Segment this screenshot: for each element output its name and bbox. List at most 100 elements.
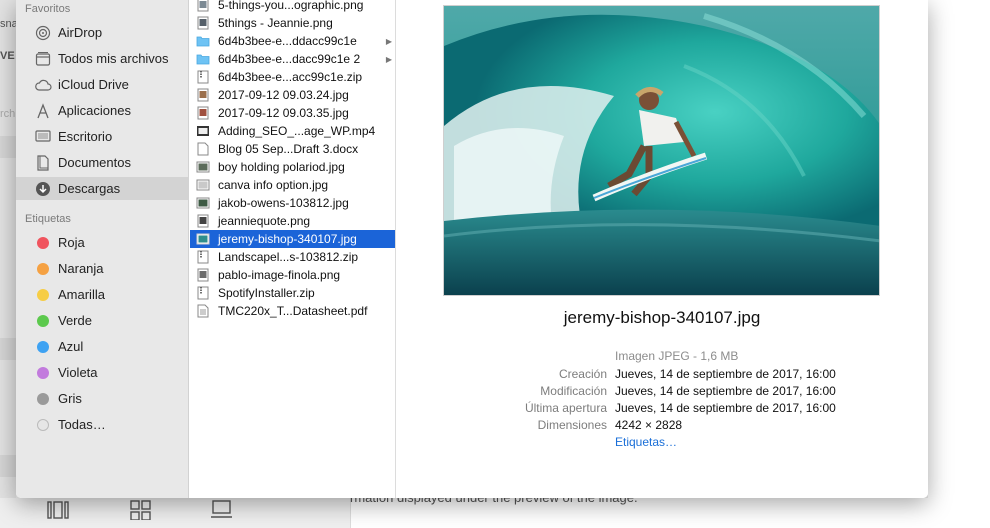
favorites-section-title: Favoritos — [25, 3, 71, 15]
file-name: 2017-09-12 09.03.24.jpg — [218, 88, 349, 102]
list-item[interactable]: Blog 05 Sep...Draft 3.docx — [190, 140, 395, 158]
image-file-icon — [196, 16, 210, 30]
list-item[interactable]: 5things - Jeannie.png — [190, 14, 395, 32]
file-name: Blog 05 Sep...Draft 3.docx — [218, 142, 359, 156]
list-item-selected[interactable]: jeremy-bishop-340107.jpg — [190, 230, 395, 248]
image-file-icon — [196, 214, 210, 228]
list-item[interactable]: 2017-09-12 09.03.24.jpg — [190, 86, 395, 104]
sidebar-item-label: Todos mis archivos — [58, 51, 169, 66]
red-tag-dot-icon — [37, 236, 49, 249]
zip-file-icon — [196, 286, 210, 300]
airdrop-icon — [34, 25, 52, 41]
video-file-icon — [196, 124, 210, 138]
info-label: Última apertura — [524, 401, 607, 415]
sidebar-item-airdrop[interactable]: AirDrop — [16, 21, 188, 44]
file-name: Landscapel...s-103812.zip — [218, 250, 359, 264]
info-row-kind: Imagen JPEG - 1,6 MB — [396, 349, 928, 366]
info-row-last-opened: Última apertura Jueves, 14 de septiembre… — [396, 401, 928, 418]
folder-icon — [196, 52, 210, 66]
file-name: 6d4b3bee-e...dacc99c1e 2 — [218, 52, 361, 66]
sidebar-item-label: Violeta — [58, 365, 98, 380]
image-file-icon — [196, 0, 210, 12]
file-column-list: 5-things-you...ographic.png 5things - Je… — [190, 0, 396, 498]
background-bar — [0, 455, 16, 477]
view-columns-icon[interactable] — [46, 500, 70, 525]
list-item[interactable]: boy holding polariod.jpg — [190, 158, 395, 176]
sidebar-item-label: Verde — [58, 313, 92, 328]
list-item[interactable]: jakob-owens-103812.jpg — [190, 194, 395, 212]
orange-tag-dot-icon — [37, 262, 49, 275]
sidebar-item-label: Aplicaciones — [58, 103, 131, 118]
sidebar-item-label: Gris — [58, 391, 82, 406]
image-file-icon — [196, 160, 210, 174]
sidebar-item-all-files[interactable]: Todos mis archivos — [16, 47, 188, 70]
sidebar-item-label: Azul — [58, 339, 84, 354]
all-tags-dot-icon — [37, 418, 49, 431]
info-value: Jueves, 14 de septiembre de 2017, 16:00 — [615, 401, 836, 415]
view-slide-icon[interactable] — [210, 500, 234, 525]
file-name: jeremy-bishop-340107.jpg — [218, 232, 357, 246]
list-item[interactable]: 6d4b3bee-e...acc99c1e.zip — [190, 68, 395, 86]
disclosure-arrow-icon: ▶ — [385, 36, 392, 46]
background-app-left-edge: sna VE rch — [0, 0, 18, 528]
file-name: 2017-09-12 09.03.35.jpg — [218, 106, 349, 120]
finder-sidebar: Favoritos AirDrop Todos mis archivos iCl… — [16, 0, 189, 498]
sidebar-tag-violet[interactable]: Violeta — [16, 361, 188, 384]
all-files-icon — [34, 51, 52, 67]
file-name: 6d4b3bee-e...ddacc99c1e — [218, 34, 357, 48]
sidebar-tag-red[interactable]: Roja — [16, 231, 188, 254]
list-item[interactable]: Adding_SEO_...age_WP.mp4 — [190, 122, 395, 140]
pdf-file-icon — [196, 304, 210, 318]
list-item[interactable]: 6d4b3bee-e...dacc99c1e 2 ▶ — [190, 50, 395, 68]
file-name: boy holding polariod.jpg — [218, 160, 345, 174]
list-item[interactable]: TMC220x_T...Datasheet.pdf — [190, 302, 395, 320]
sidebar-tag-blue[interactable]: Azul — [16, 335, 188, 358]
image-file-icon — [196, 196, 210, 210]
info-label: Modificación — [540, 384, 607, 398]
sidebar-tag-yellow[interactable]: Amarilla — [16, 283, 188, 306]
info-value: Jueves, 14 de septiembre de 2017, 16:00 — [615, 367, 836, 381]
list-item[interactable]: pablo-image-finola.png — [190, 266, 395, 284]
info-value: 4242 × 2828 — [615, 418, 683, 432]
info-row-created: Creación Jueves, 14 de septiembre de 201… — [396, 367, 928, 384]
list-item[interactable]: canva info option.jpg — [190, 176, 395, 194]
image-file-icon — [196, 232, 210, 246]
downloads-icon — [34, 181, 52, 197]
info-row-tags: Etiquetas… — [396, 435, 928, 452]
sidebar-item-documents[interactable]: Documentos — [16, 151, 188, 174]
sidebar-tag-all[interactable]: Todas… — [16, 413, 188, 436]
cloud-icon — [34, 77, 52, 93]
image-file-icon — [196, 106, 210, 120]
yellow-tag-dot-icon — [37, 288, 49, 301]
file-name: Adding_SEO_...age_WP.mp4 — [218, 124, 376, 138]
file-name: pablo-image-finola.png — [218, 268, 341, 282]
info-row-modified: Modificación Jueves, 14 de septiembre de… — [396, 384, 928, 401]
background-bar — [0, 136, 16, 158]
info-label: Dimensiones — [537, 418, 607, 432]
file-name: jeanniequote.png — [218, 214, 311, 228]
sidebar-tag-orange[interactable]: Naranja — [16, 257, 188, 280]
sidebar-item-applications[interactable]: Aplicaciones — [16, 99, 188, 122]
sidebar-tag-gray[interactable]: Gris — [16, 387, 188, 410]
add-tags-link[interactable]: Etiquetas… — [615, 435, 677, 449]
sidebar-item-label: Roja — [58, 235, 85, 250]
info-value: Jueves, 14 de septiembre de 2017, 16:00 — [615, 384, 836, 398]
view-grid-icon[interactable] — [129, 500, 153, 525]
finder-open-dialog: Favoritos AirDrop Todos mis archivos iCl… — [16, 0, 928, 498]
sidebar-tag-green[interactable]: Verde — [16, 309, 188, 332]
image-file-icon — [196, 178, 210, 192]
gray-tag-dot-icon — [37, 392, 49, 405]
sidebar-item-icloud-drive[interactable]: iCloud Drive — [16, 73, 188, 96]
desktop-icon — [34, 129, 52, 145]
list-item[interactable]: 2017-09-12 09.03.35.jpg — [190, 104, 395, 122]
sidebar-item-label: AirDrop — [58, 25, 103, 40]
file-name: jakob-owens-103812.jpg — [218, 196, 349, 210]
sidebar-item-desktop[interactable]: Escritorio — [16, 125, 188, 148]
list-item[interactable]: SpotifyInstaller.zip — [190, 284, 395, 302]
list-item[interactable]: Landscapel...s-103812.zip — [190, 248, 395, 266]
sidebar-item-downloads[interactable]: Descargas — [16, 177, 188, 200]
image-preview — [443, 5, 880, 296]
list-item[interactable]: 5-things-you...ographic.png — [190, 0, 395, 14]
list-item[interactable]: 6d4b3bee-e...ddacc99c1e ▶ — [190, 32, 395, 50]
list-item[interactable]: jeanniequote.png — [190, 212, 395, 230]
